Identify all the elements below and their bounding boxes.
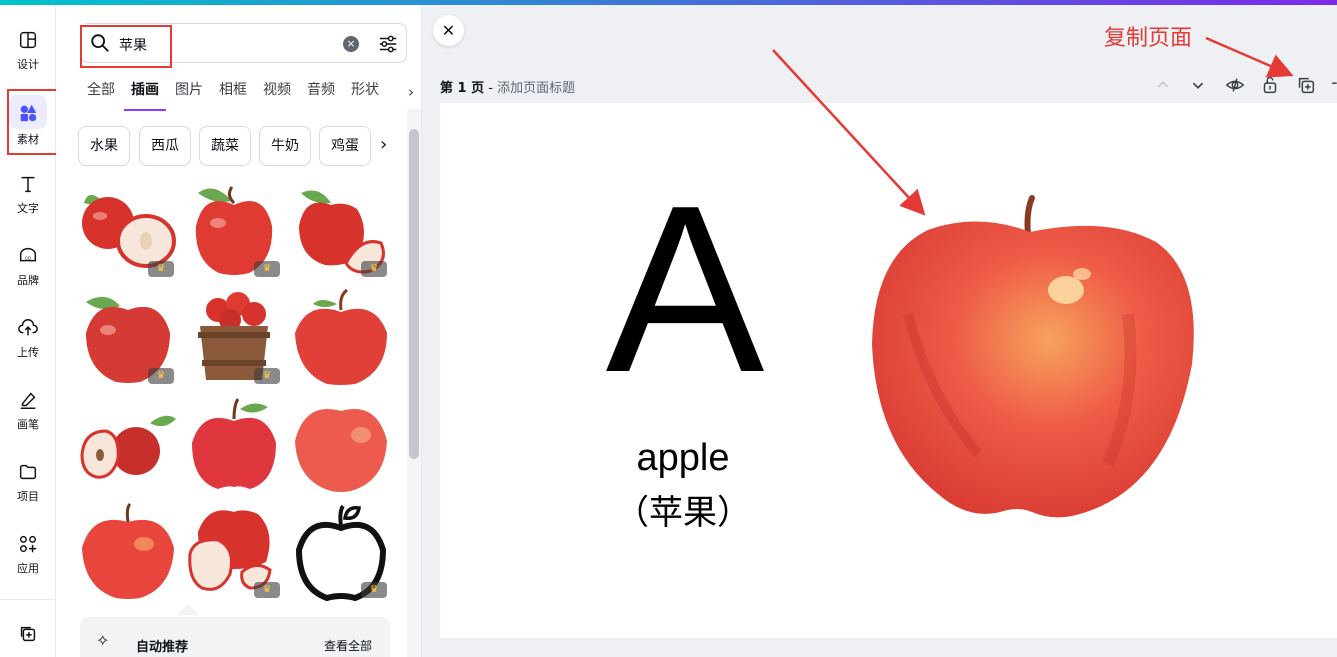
auto-recommend-bar: ✧ 自动推荐 查看全部 [80, 617, 390, 657]
premium-crown-icon: ♛ [361, 261, 387, 277]
folder-icon [19, 464, 37, 480]
apple-illustration-icon [80, 415, 176, 479]
close-panel-button[interactable]: ✕ [433, 15, 464, 46]
panel-scrollbar-thumb[interactable] [409, 129, 419, 459]
magic-icon [20, 626, 36, 642]
result-apple-half[interactable] [78, 395, 178, 495]
lock-icon[interactable] [1259, 74, 1281, 96]
duplicate-page-annotation: 复制页面 [1104, 26, 1193, 51]
rail-apps[interactable]: 应用 [0, 531, 56, 591]
premium-crown-icon: ♛ [254, 261, 280, 277]
rail-divider [0, 599, 56, 600]
chip-vegetables[interactable]: 蔬菜 [199, 126, 251, 166]
premium-crown-icon: ♛ [361, 582, 387, 598]
clear-icon[interactable]: × [343, 36, 359, 52]
result-apple-cut[interactable]: ♛ [78, 181, 178, 281]
rail-brand-label: 品牌 [17, 274, 39, 287]
apps-icon [19, 535, 37, 553]
tabs-next-icon[interactable]: › [408, 83, 414, 101]
tab-illustrations[interactable]: 插画 [124, 81, 166, 111]
annotation-box-elements [7, 89, 59, 155]
rail-upload-label: 上传 [17, 346, 39, 359]
page-title-input[interactable]: 添加页面标题 [497, 81, 575, 96]
pen-icon [20, 392, 36, 409]
rail-upload[interactable]: 上传 [0, 315, 56, 375]
rail-draw-label: 画笔 [17, 418, 39, 431]
premium-crown-icon: ♛ [254, 582, 280, 598]
rail-projects[interactable]: 项目 [0, 459, 56, 519]
move-down-icon[interactable] [1187, 74, 1209, 96]
recommend-pointer [178, 603, 198, 615]
apple-illustration-icon [192, 398, 276, 489]
tab-all[interactable]: 全部 [87, 81, 115, 111]
premium-crown-icon: ♛ [254, 368, 280, 384]
duplicate-page-icon[interactable] [1295, 74, 1317, 96]
recommend-title: 自动推荐 [136, 640, 189, 655]
elements-panel: 苹果 × 全部 插画 图片 相框 视频 音频 形状 › 水果 西瓜 蔬菜 牛奶 … [56, 5, 422, 657]
page-cn-word[interactable]: （苹果） [600, 485, 766, 534]
page-number: 第 1 页 [440, 81, 485, 96]
rail-projects-label: 项目 [17, 490, 39, 503]
result-apple-outline[interactable]: ♛ [291, 502, 391, 602]
premium-crown-icon: ♛ [148, 368, 174, 384]
rail-brand[interactable]: co 品牌 [0, 243, 56, 303]
text-icon [21, 176, 35, 193]
chip-fruit[interactable]: 水果 [78, 126, 130, 166]
rail-design-label: 设计 [17, 58, 39, 71]
page-header: 第 1 页 - 添加页面标题 [440, 77, 575, 96]
result-apple-watercolor[interactable]: ♛ [78, 288, 178, 388]
chips-next-icon[interactable]: › [380, 134, 387, 155]
rail-text[interactable]: 文字 [0, 171, 56, 231]
see-all-link[interactable]: 查看全部 [324, 637, 372, 654]
tab-shapes[interactable]: 形状 [351, 81, 381, 111]
upload-icon [18, 319, 38, 336]
suggestion-chips: 水果 西瓜 蔬菜 牛奶 鸡蛋 › [78, 126, 418, 166]
arrow-to-duplicate [1205, 36, 1294, 78]
rail-magic[interactable] [0, 621, 56, 657]
apple-illustration-icon [82, 502, 174, 599]
rail-design[interactable]: 设计 [0, 27, 56, 87]
apple-image[interactable] [868, 194, 1198, 526]
chip-watermelon[interactable]: 西瓜 [139, 126, 191, 166]
tab-frames[interactable]: 相框 [219, 81, 247, 111]
apple-illustration-icon [295, 288, 387, 385]
result-apple-painted[interactable] [291, 288, 391, 388]
page-toolbar [1150, 74, 1337, 96]
result-apple-bright[interactable] [78, 502, 178, 602]
result-apple-slice[interactable]: ♛ [291, 181, 391, 281]
more-tools-icon[interactable] [1330, 74, 1337, 96]
filter-icon[interactable] [377, 33, 399, 55]
page-letter[interactable]: A [605, 171, 765, 409]
annotation-box-search [80, 25, 172, 68]
chip-milk[interactable]: 牛奶 [259, 126, 311, 166]
page-title-separator: - [484, 81, 498, 96]
rail-draw[interactable]: 画笔 [0, 387, 56, 447]
result-apple-slices[interactable]: ♛ [184, 502, 284, 602]
chip-egg[interactable]: 鸡蛋 [319, 126, 371, 166]
result-apple-flat[interactable] [184, 395, 284, 495]
brand-icon: co [19, 247, 37, 262]
svg-text:co: co [25, 256, 31, 262]
rail-apps-label: 应用 [17, 562, 39, 575]
tab-photos[interactable]: 图片 [175, 81, 203, 111]
sparkle-icon: ✧ [96, 631, 110, 650]
premium-crown-icon: ♛ [148, 261, 174, 277]
tab-audio[interactable]: 音频 [307, 81, 335, 111]
hide-page-icon[interactable] [1224, 74, 1246, 96]
apple-illustration-icon [295, 409, 387, 492]
move-up-icon[interactable] [1152, 74, 1174, 96]
category-tabs: 全部 插画 图片 相框 视频 音频 形状 › [78, 81, 418, 111]
layout-icon [19, 31, 37, 49]
result-apple-round[interactable] [291, 395, 391, 495]
page-word[interactable]: apple [600, 437, 766, 480]
rail-text-label: 文字 [17, 202, 39, 215]
result-apple-basket[interactable]: ♛ [184, 288, 284, 388]
tab-videos[interactable]: 视频 [263, 81, 291, 111]
result-apple-leaf[interactable]: ♛ [184, 181, 284, 281]
